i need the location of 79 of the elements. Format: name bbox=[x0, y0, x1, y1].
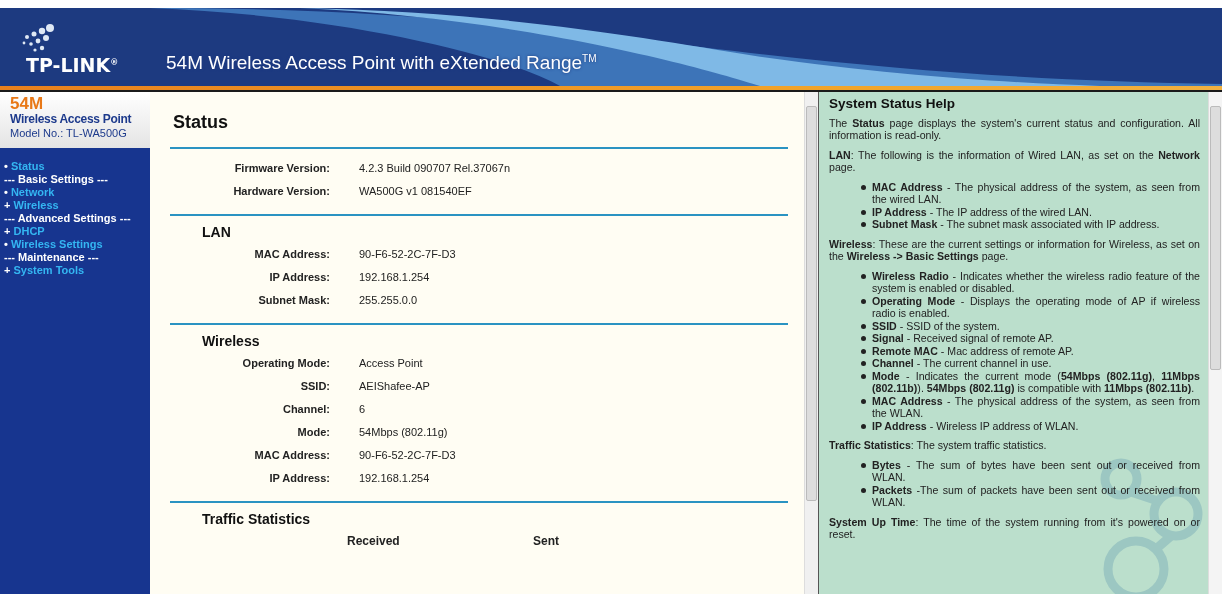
bullet-icon bbox=[861, 462, 866, 468]
column-header: Received bbox=[347, 533, 401, 548]
help-list-item: MAC Address - The physical address of the system, as seen from the WLAN. bbox=[872, 394, 1200, 420]
bullet-icon bbox=[861, 373, 866, 379]
field-label: IP Address: bbox=[268, 270, 330, 283]
field-value: AEIShafee-AP bbox=[359, 379, 430, 392]
field-value: 4.2.3 Build 090707 Rel.37067n bbox=[359, 161, 511, 174]
nav-link[interactable]: • Network bbox=[4, 186, 55, 199]
help-list-item: Wireless Radio - Indicates whether the wireless radio feature of the system is enabled or disabled. bbox=[872, 269, 1200, 295]
field-value: 255.255.0.0 bbox=[359, 293, 418, 306]
bullet-icon bbox=[861, 222, 866, 227]
bullet-icon bbox=[861, 361, 866, 366]
field-value: 6 bbox=[359, 402, 366, 415]
field-label: Firmware Version: bbox=[233, 161, 330, 174]
field-label: Operating Mode: bbox=[241, 356, 330, 369]
field-value: 192.168.1.254 bbox=[359, 471, 430, 484]
help-paragraph: Traffic Statistics: The system traffic statistics. bbox=[829, 439, 1048, 452]
help-list-item: SSID - SSID of the system. bbox=[872, 319, 1001, 332]
section-heading: Traffic Statistics bbox=[202, 511, 312, 527]
field-value: 192.168.1.254 bbox=[359, 270, 430, 283]
help-list-item: IP Address - The IP address of the wired LAN. bbox=[872, 205, 1093, 218]
scrollbar[interactable] bbox=[804, 92, 818, 594]
nav-link[interactable]: + DHCP bbox=[4, 225, 45, 238]
bullet-icon bbox=[861, 487, 866, 493]
column-header: Sent bbox=[533, 533, 560, 548]
scrollbar[interactable] bbox=[1208, 92, 1222, 594]
field-label: IP Address: bbox=[268, 471, 330, 484]
help-list-item: MAC Address - The physical address of the system, as seen from the wired LAN. bbox=[872, 180, 1200, 206]
field-value: 90-F6-52-2C-7F-D3 bbox=[359, 247, 456, 260]
help-paragraph: LAN: The following is the information of Wired LAN, as set on the Network page. bbox=[829, 148, 1200, 174]
bullet-icon bbox=[861, 184, 866, 190]
nav-link[interactable]: + Wireless bbox=[4, 199, 59, 212]
help-list-item: Channel - The current channel in use. bbox=[872, 357, 1053, 370]
help-list-item: IP Address - Wireless IP address of WLAN. bbox=[872, 419, 1080, 432]
bullet-icon bbox=[861, 209, 866, 215]
field-label: MAC Address: bbox=[253, 448, 330, 461]
field-label: Channel: bbox=[281, 402, 330, 415]
model-number: Model No.: TL-WA500G bbox=[10, 126, 127, 140]
nav-link[interactable]: • Status bbox=[4, 160, 45, 173]
page-title: Status bbox=[173, 112, 229, 133]
help-paragraph: Wireless: These are the current settings or information for Wireless, as set on the Wireless -> Basic Settings page. bbox=[829, 237, 1200, 263]
section-heading: LAN bbox=[202, 224, 232, 240]
field-label: SSID: bbox=[299, 379, 330, 392]
help-list-item: Mode - Indicates the current mode (54Mbps (802.11g), 11Mbps (802.11b)). 54Mbps (802.11g) is compatible with 11Mbps (802.11b). bbox=[872, 369, 1200, 395]
nav-link[interactable]: + System Tools bbox=[4, 264, 85, 277]
bullet-icon bbox=[861, 348, 866, 354]
help-list-item: Subnet Mask - The subnet mask associated with IP address. bbox=[872, 218, 1161, 231]
nav-group-heading: --- Maintenance --- bbox=[4, 251, 99, 264]
product-size: 54M bbox=[10, 96, 44, 112]
field-value: WA500G v1 081540EF bbox=[359, 184, 472, 197]
product-name: Wireless Access Point bbox=[10, 112, 132, 126]
field-value: Access Point bbox=[359, 356, 423, 369]
help-title: System Status Help bbox=[829, 98, 957, 111]
bullet-icon bbox=[861, 423, 866, 429]
field-label: Subnet Mask: bbox=[257, 293, 330, 306]
field-value: 90-F6-52-2C-7F-D3 bbox=[359, 448, 456, 461]
dots-logo-icon bbox=[20, 22, 56, 54]
bullet-icon bbox=[861, 336, 866, 341]
bullet-icon bbox=[861, 398, 866, 404]
nav-group-heading: --- Advanced Settings --- bbox=[4, 212, 131, 225]
help-list-item: Remote MAC - Mac address of remote AP. bbox=[872, 344, 1075, 357]
field-label: Mode: bbox=[296, 425, 330, 438]
bullet-icon bbox=[861, 323, 866, 329]
bullet-icon bbox=[861, 298, 866, 304]
field-label: Hardware Version: bbox=[232, 184, 330, 197]
nav-link[interactable]: • Wireless Settings bbox=[4, 238, 103, 251]
help-list-item: Signal - Received signal of remote AP. bbox=[872, 332, 1055, 345]
bullet-icon bbox=[861, 273, 866, 279]
help-paragraph: System Up Time: The time of the system running from it's powered on or reset. bbox=[829, 515, 1200, 541]
field-value: 54Mbps (802.11g) bbox=[359, 425, 448, 438]
nav-group-heading: --- Basic Settings --- bbox=[4, 173, 108, 186]
help-list-item: Bytes - The sum of bytes have been sent out or received from WLAN. bbox=[872, 458, 1200, 484]
product-title: 54M Wireless Access Point with eXtended Range$^{TM}$ bbox=[166, 52, 597, 74]
field-label: MAC Address: bbox=[253, 247, 330, 260]
help-paragraph: The Status page displays the system's current status and configuration. All information is read-only. bbox=[829, 116, 1200, 142]
help-list-item: Operating Mode - Displays the operating mode of AP if wireless radio is enabled. bbox=[872, 294, 1200, 320]
brand-logo: TP-LINK$^{®}$ bbox=[26, 54, 120, 76]
help-list-item: Packets -The sum of packets have been sent out or received from WLAN. bbox=[872, 483, 1200, 509]
section-heading: Wireless bbox=[202, 333, 261, 349]
